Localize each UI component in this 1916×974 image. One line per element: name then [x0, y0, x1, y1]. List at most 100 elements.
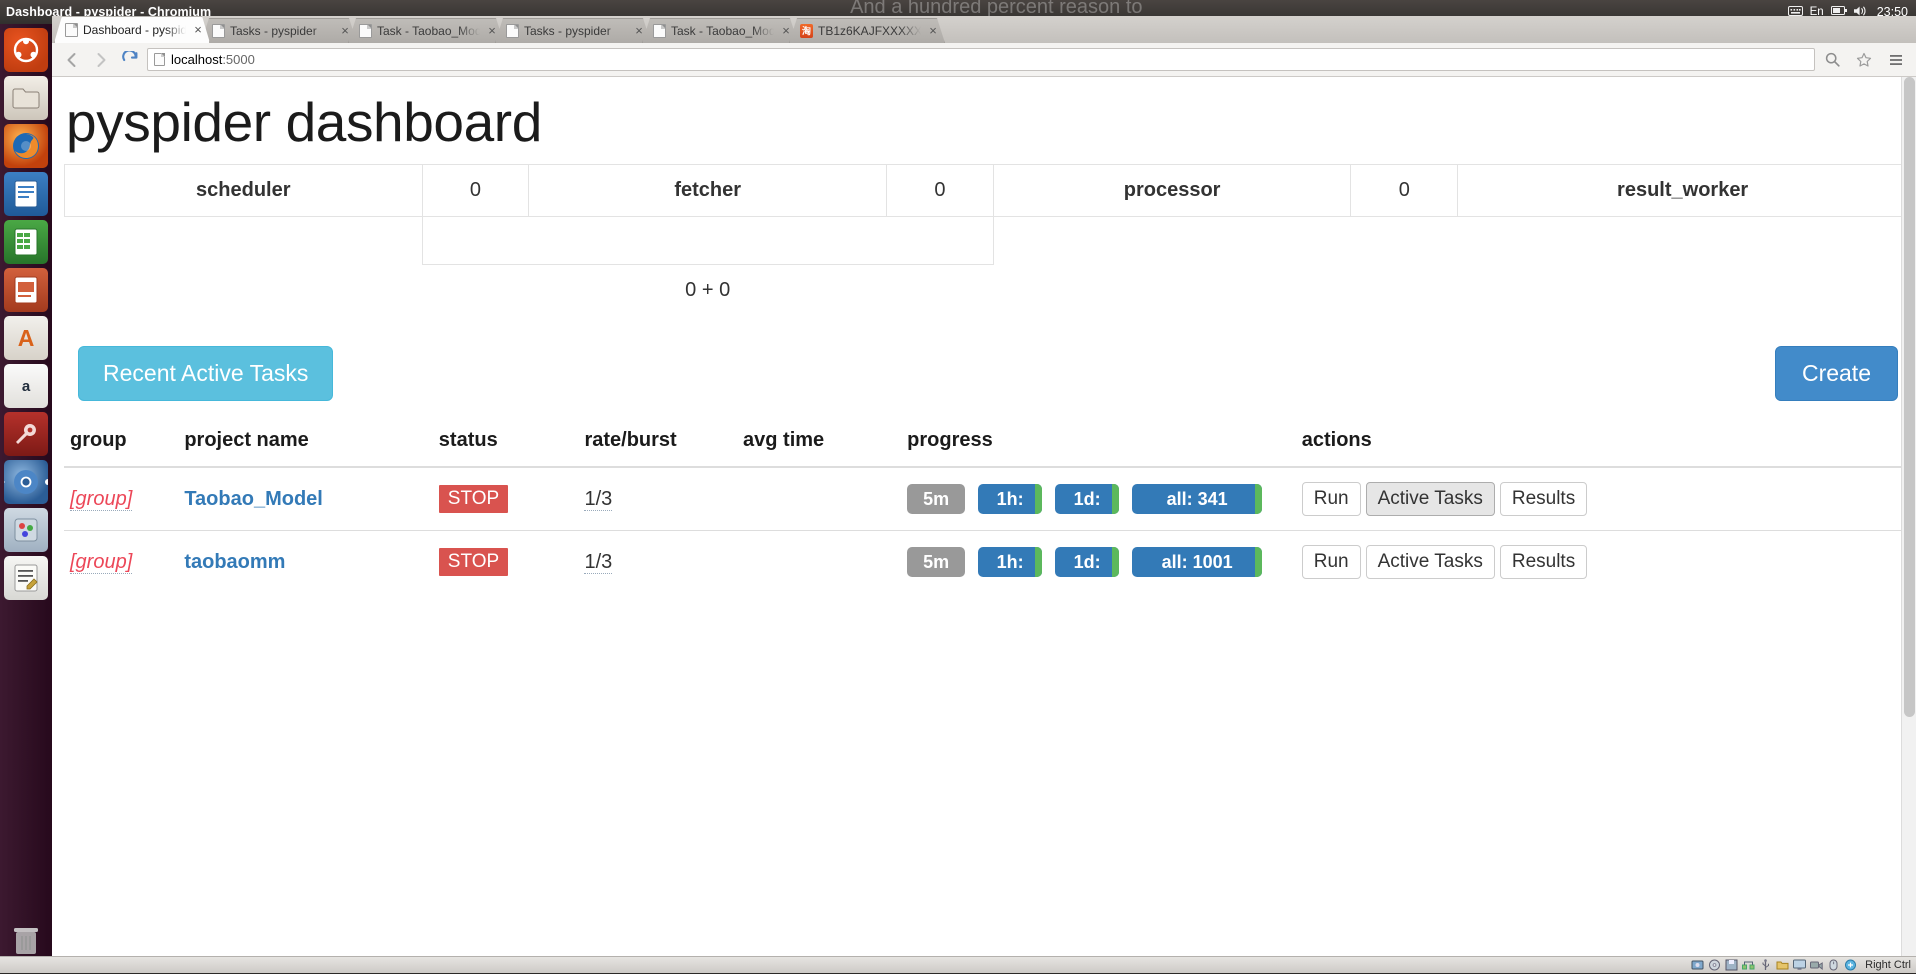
- mouse-integration-icon[interactable]: [1827, 959, 1840, 971]
- tab-close-icon[interactable]: ×: [338, 24, 352, 38]
- cell-project-name: Taobao_Model: [178, 467, 432, 531]
- group-placeholder[interactable]: [group]: [70, 488, 132, 511]
- header-progress: progress: [901, 419, 1296, 467]
- tab-close-icon[interactable]: ×: [191, 23, 205, 37]
- harddisk-icon[interactable]: [1691, 959, 1704, 971]
- group-placeholder[interactable]: [group]: [70, 551, 132, 574]
- header-project-name: project name: [178, 419, 432, 467]
- run-button[interactable]: Run: [1302, 545, 1361, 579]
- tab-close-icon[interactable]: ×: [779, 24, 793, 38]
- reload-icon[interactable]: [118, 48, 142, 72]
- status-badge[interactable]: STOP: [439, 485, 508, 513]
- optical-disk-icon[interactable]: [1708, 959, 1721, 971]
- omnibox-actions: [1820, 48, 1908, 72]
- dashboard-container: pyspider dashboard scheduler 0 fetcher 0…: [52, 95, 1916, 593]
- address-bar[interactable]: localhost:5000: [147, 48, 1815, 71]
- project-name-link[interactable]: taobaomm: [184, 551, 285, 573]
- header-group: group: [64, 419, 178, 467]
- progress-badge-label: 5m: [919, 489, 953, 510]
- tab-tasks-pyspider-2[interactable]: Tasks - pyspider ×: [495, 18, 651, 43]
- results-button[interactable]: Results: [1500, 482, 1587, 516]
- zoom-icon[interactable]: [1820, 48, 1844, 72]
- display-icon[interactable]: [1793, 959, 1806, 971]
- shared-folder-icon[interactable]: [1776, 959, 1789, 971]
- rate-burst-value[interactable]: 1/3: [584, 551, 612, 574]
- network-icon[interactable]: [1742, 959, 1755, 971]
- usb-icon[interactable]: [1759, 959, 1772, 971]
- page-viewport: pyspider dashboard scheduler 0 fetcher 0…: [52, 77, 1916, 973]
- header-avg-time: avg time: [737, 419, 901, 467]
- launcher-item-chromium[interactable]: [4, 460, 48, 504]
- launcher-item-libreoffice-writer[interactable]: [4, 172, 48, 216]
- launcher-item-amazon-a[interactable]: A: [4, 316, 48, 360]
- launcher-item-amazon[interactable]: a: [4, 364, 48, 408]
- tab-title: Task - Taobao_Mode: [671, 24, 776, 38]
- tab-title: TB1z6KAJFXXXXXY: [818, 24, 923, 38]
- taobao-icon: 淘: [800, 24, 813, 38]
- progress-badge-1d[interactable]: 1d:: [1055, 484, 1119, 514]
- project-name-link[interactable]: Taobao_Model: [184, 488, 323, 510]
- header-status: status: [433, 419, 579, 467]
- tab-close-icon[interactable]: ×: [485, 24, 499, 38]
- counter-queue-row: [65, 217, 1908, 265]
- counter-value-fetcher: 0: [886, 165, 993, 217]
- progress-badge-1h[interactable]: 1h:: [978, 484, 1042, 514]
- progress-success-edge: [1255, 547, 1262, 577]
- page-info-icon[interactable]: [154, 53, 165, 66]
- header-rate-burst: rate/burst: [578, 419, 737, 467]
- menu-icon[interactable]: [1884, 48, 1908, 72]
- progress-badge-1h[interactable]: 1h:: [978, 547, 1042, 577]
- results-button[interactable]: Results: [1500, 545, 1587, 579]
- host-key-icon[interactable]: [1844, 959, 1857, 971]
- cell-progress: 5m 1h: 1d: all: 1001: [901, 531, 1296, 594]
- create-project-button[interactable]: Create: [1775, 346, 1898, 401]
- counter-table: scheduler 0 fetcher 0 processor 0 result…: [64, 164, 1908, 316]
- recent-active-tasks-button[interactable]: Recent Active Tasks: [78, 346, 333, 401]
- launcher-item-ubuntu-dash[interactable]: [4, 28, 48, 72]
- counter-queue-value-row: 0 + 0: [65, 265, 1908, 317]
- tab-dashboard-pyspider[interactable]: Dashboard - pyspide ×: [54, 16, 210, 43]
- tab-close-icon[interactable]: ×: [632, 24, 646, 38]
- launcher-item-system-tools[interactable]: [4, 412, 48, 456]
- tab-tasks-pyspider-1[interactable]: Tasks - pyspider ×: [201, 18, 357, 43]
- run-button[interactable]: Run: [1302, 482, 1361, 516]
- counter-label-result-worker: result_worker: [1458, 165, 1908, 217]
- queue-spacer-d: [1458, 265, 1908, 317]
- back-icon[interactable]: [60, 48, 84, 72]
- launcher-item-files[interactable]: [4, 76, 48, 120]
- tab-taobao-image[interactable]: 淘 TB1z6KAJFXXXXXY ×: [789, 18, 945, 43]
- launcher-item-text-editor[interactable]: [4, 556, 48, 600]
- page-icon: [506, 24, 519, 38]
- tab-close-icon[interactable]: ×: [926, 24, 940, 38]
- launcher-item-paint[interactable]: [4, 508, 48, 552]
- progress-badge-label: 1h:: [993, 552, 1028, 573]
- rate-burst-value[interactable]: 1/3: [584, 488, 612, 511]
- cell-group: [group]: [64, 531, 178, 594]
- active-tasks-button[interactable]: Active Tasks: [1366, 545, 1495, 579]
- progress-badge-1d[interactable]: 1d:: [1055, 547, 1119, 577]
- counter-label-scheduler: scheduler: [65, 165, 423, 217]
- launcher-item-firefox[interactable]: [4, 124, 48, 168]
- recording-icon[interactable]: [1810, 959, 1823, 971]
- forward-icon[interactable]: [89, 48, 113, 72]
- progress-badge-all[interactable]: all: 1001: [1132, 547, 1262, 577]
- launcher-item-libreoffice-calc[interactable]: [4, 220, 48, 264]
- progress-badge-label: 1h:: [993, 489, 1028, 510]
- star-icon[interactable]: [1852, 48, 1876, 72]
- table-row: [group] taobaomm STOP 1/3: [64, 531, 1908, 594]
- counter-value-scheduler: 0: [422, 165, 529, 217]
- status-badge[interactable]: STOP: [439, 548, 508, 576]
- scrollbar-thumb[interactable]: [1904, 77, 1915, 717]
- page-icon: [65, 23, 78, 37]
- floppy-icon[interactable]: [1725, 959, 1738, 971]
- tab-task-taobao-model-2[interactable]: Task - Taobao_Mode ×: [642, 18, 798, 43]
- progress-badge-label: 1d:: [1070, 489, 1105, 510]
- active-tasks-button[interactable]: Active Tasks: [1366, 482, 1495, 516]
- launcher-item-libreoffice-impress[interactable]: [4, 268, 48, 312]
- page-scrollbar[interactable]: [1901, 77, 1916, 973]
- progress-badge-all[interactable]: all: 341: [1132, 484, 1262, 514]
- progress-badge-5m[interactable]: 5m: [907, 484, 965, 514]
- tab-task-taobao-model-1[interactable]: Task - Taobao_Mode ×: [348, 18, 504, 43]
- progress-badge-5m[interactable]: 5m: [907, 547, 965, 577]
- cell-actions: Run Active Tasks Results: [1296, 467, 1908, 531]
